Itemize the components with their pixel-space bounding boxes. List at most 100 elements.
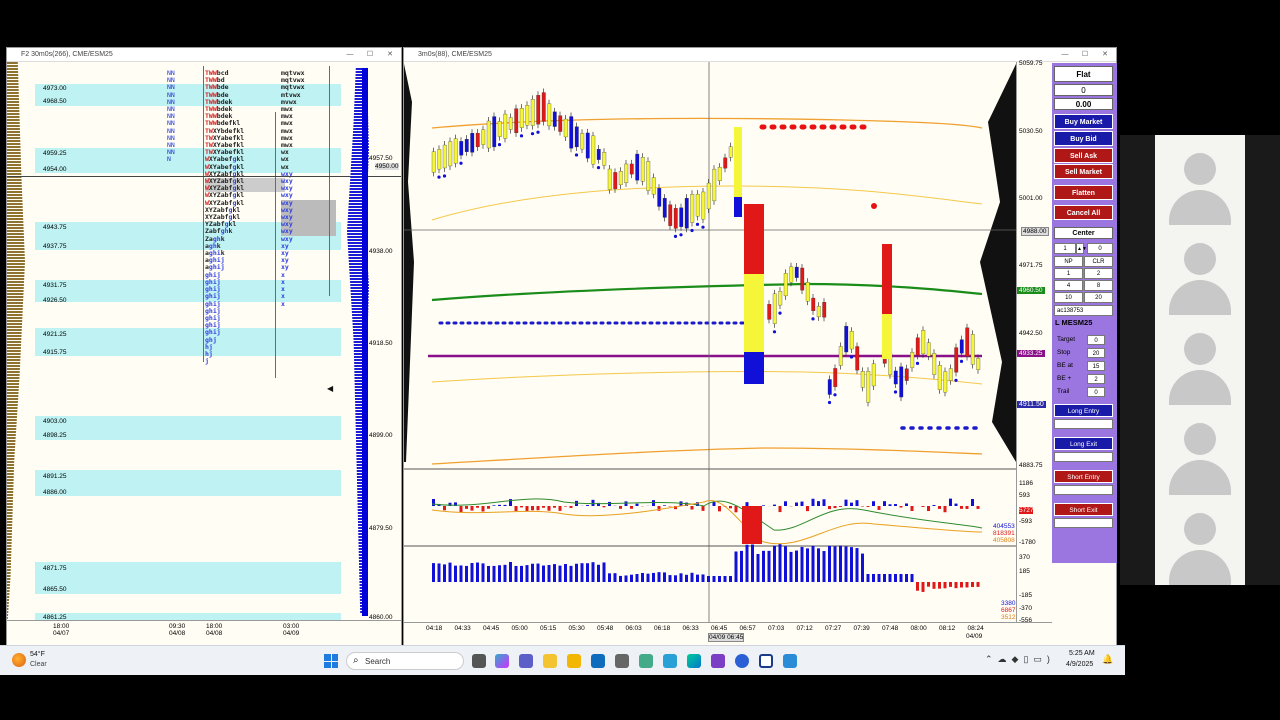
cancel-all-button[interactable]: Cancel All (1054, 205, 1113, 220)
tray-icons[interactable]: ⌃☁◆▯▭) (985, 654, 1055, 665)
qty-input[interactable]: 1 (1054, 243, 1076, 254)
histogram-bar (470, 506, 474, 511)
app-icon[interactable] (639, 654, 653, 668)
minimize-icon[interactable]: — (1058, 48, 1072, 62)
maximize-icon[interactable]: ☐ (1078, 48, 1092, 62)
sell-ask-button[interactable]: Sell Ask (1054, 148, 1113, 163)
maximize-icon[interactable]: ☐ (363, 48, 377, 62)
short-exit-button[interactable]: Short Exit (1054, 503, 1113, 516)
histogram-bar (894, 504, 897, 506)
sell-market-button[interactable]: Sell Market (1054, 164, 1113, 179)
delta-bar (976, 582, 980, 587)
qty-preset-button[interactable]: 20 (1084, 292, 1113, 303)
candle-body (481, 129, 486, 145)
window-title: 3m0s(88), CME/ESM25 (418, 51, 492, 58)
app-icon[interactable] (735, 654, 749, 668)
flatten-button[interactable]: Flatten (1054, 185, 1113, 200)
short-entry-select[interactable] (1054, 485, 1113, 495)
delta-bar (767, 550, 771, 582)
file-explorer-icon[interactable] (543, 654, 557, 668)
be-plus-input[interactable]: 2 (1087, 374, 1105, 384)
axis-label: 4933.25 (1017, 350, 1045, 357)
clr-button[interactable]: CLR (1084, 256, 1113, 267)
target-input[interactable]: 0 (1087, 335, 1105, 345)
notification-icon[interactable]: 🔔 (1102, 654, 1113, 665)
qty-preset-button[interactable]: 1 (1054, 268, 1083, 279)
trading-app-icon[interactable] (759, 654, 773, 668)
outlook-icon[interactable] (591, 654, 605, 668)
trail-input[interactable]: 0 (1087, 387, 1105, 397)
task-view-icon[interactable] (472, 654, 486, 668)
time-label: 06:03 (625, 625, 642, 632)
tpo-window-titlebar[interactable]: F2 30m0s(266), CME/ESM25 — ☐ ✕ (7, 48, 401, 62)
candle-body (783, 273, 788, 297)
delta-bar (778, 544, 782, 582)
long-entry-select[interactable] (1054, 419, 1113, 429)
copilot-icon[interactable] (495, 654, 509, 668)
start-icon[interactable] (324, 654, 338, 668)
delta-bar (586, 563, 589, 582)
qty-spinner[interactable]: ▲▼ (1076, 243, 1087, 254)
main-price-axis[interactable]: 5059.75 5030.50 5001.00 4988.00 4971.75 … (993, 60, 1052, 646)
histogram-bar (784, 501, 787, 506)
long-exit-button[interactable]: Long Exit (1054, 437, 1113, 450)
tpo-plot-area[interactable]: 4973.00 4968.50 4959.25 4954.00 4943.75 … (7, 62, 401, 632)
candle-body (673, 208, 678, 229)
photos-icon[interactable] (663, 654, 677, 668)
qty-preset-button[interactable]: 8 (1084, 280, 1113, 291)
long-entry-button[interactable]: Long Entry (1054, 404, 1113, 417)
app-icon[interactable] (783, 654, 797, 668)
buy-market-button[interactable]: Buy Market (1054, 114, 1113, 129)
qty-input-secondary[interactable]: 0 (1087, 243, 1113, 254)
long-exit-select[interactable] (1054, 452, 1113, 462)
edge-icon[interactable] (687, 654, 701, 668)
candle-body (767, 304, 772, 320)
teams-icon[interactable] (519, 654, 533, 668)
buy-bid-button[interactable]: Buy Bid (1054, 131, 1113, 146)
delta-bar (943, 582, 947, 589)
search-box[interactable]: ⌕ Search (346, 652, 464, 670)
value-band (35, 470, 341, 496)
candle-body (607, 168, 612, 190)
weather-temp[interactable]: 54°F (30, 651, 45, 658)
account-select[interactable]: ac138753 (1054, 305, 1113, 316)
histogram-bar (503, 504, 507, 506)
qty-preset-button[interactable]: 4 (1054, 280, 1083, 291)
qty-preset-button[interactable]: 2 (1084, 268, 1113, 279)
close-icon[interactable]: ✕ (383, 48, 397, 62)
center-button[interactable]: Center (1054, 227, 1113, 239)
clock-time[interactable]: 5:25 AM (1069, 650, 1095, 657)
qty-preset-button[interactable]: 10 (1054, 292, 1083, 303)
histogram-bar (734, 506, 738, 513)
histogram-bar (971, 499, 974, 506)
candle-body (970, 334, 975, 365)
time-label: 05:30 (568, 625, 585, 632)
clock-date[interactable]: 4/9/2025 (1066, 661, 1093, 668)
tpo-row: x (281, 285, 285, 294)
np-button[interactable]: NP (1054, 256, 1083, 267)
minimize-icon[interactable]: — (343, 48, 357, 62)
signal-dot (459, 161, 463, 165)
histogram-bar (476, 506, 479, 508)
delta-bar (899, 574, 903, 582)
store-icon[interactable] (567, 654, 581, 668)
tpo-price-label: 4959.25 (43, 150, 67, 157)
delta-bar (927, 582, 930, 587)
osc-value: 3512 (1001, 614, 1016, 621)
main-window-titlebar[interactable]: 3m0s(88), CME/ESM25 — ☐ ✕ (404, 48, 1116, 62)
signal-dot (871, 203, 877, 209)
weather-icon[interactable] (12, 653, 26, 667)
settings-icon[interactable] (615, 654, 629, 668)
delta-bar (773, 545, 776, 582)
candle-body (470, 132, 475, 153)
stop-input[interactable]: 20 (1087, 348, 1105, 358)
visual-studio-icon[interactable] (711, 654, 725, 668)
price-chart[interactable] (404, 62, 1052, 647)
delta-bar (558, 565, 562, 582)
tpo-row: x (281, 299, 285, 308)
close-icon[interactable]: ✕ (1098, 48, 1112, 62)
signal-dot (833, 393, 837, 397)
short-entry-button[interactable]: Short Entry (1054, 470, 1113, 483)
be-at-input[interactable]: 15 (1087, 361, 1105, 371)
short-exit-select[interactable] (1054, 518, 1113, 528)
